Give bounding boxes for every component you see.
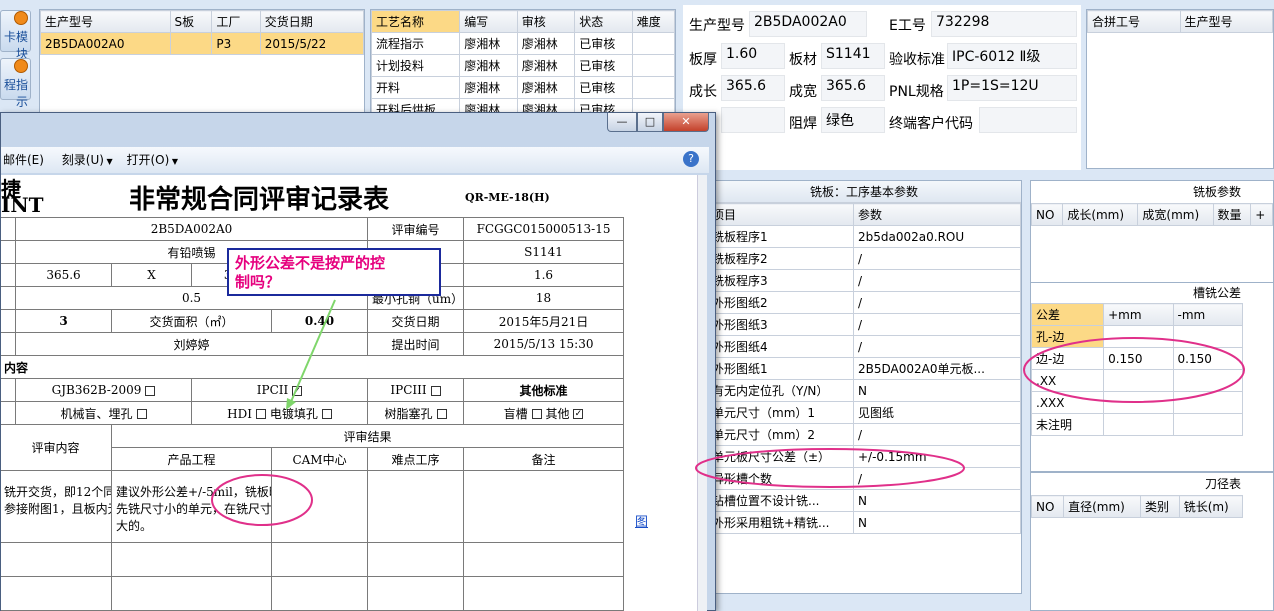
arrow-head	[286, 398, 296, 410]
annotation-circle-eng	[211, 474, 313, 526]
annotation-circle-tol	[695, 448, 965, 488]
annotation-circle-edge	[1023, 337, 1245, 403]
annotation-arrow	[289, 299, 336, 405]
annotation-layer	[211, 299, 1245, 526]
